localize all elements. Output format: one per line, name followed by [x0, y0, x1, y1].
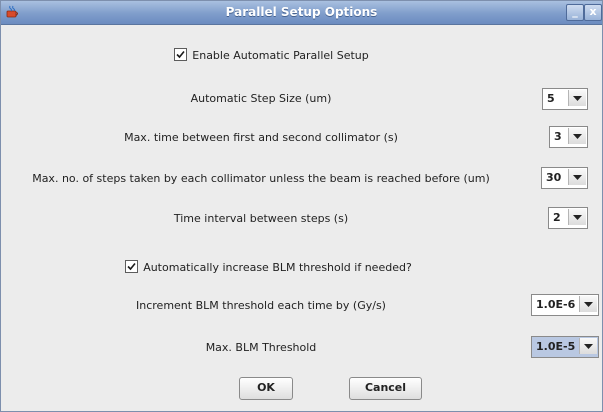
- max-steps-combo[interactable]: 30: [541, 167, 588, 189]
- step-size-label: Automatic Step Size (um): [190, 92, 332, 105]
- auto-increase-blm-label: Automatically increase BLM threshold if …: [143, 261, 412, 274]
- increment-blm-row: Increment BLM threshold each time by (Gy…: [1, 294, 602, 316]
- max-steps-label: Max. no. of steps taken by each collimat…: [32, 172, 490, 185]
- auto-increase-blm-checkbox[interactable]: [125, 260, 139, 273]
- enable-auto-row: Enable Automatic Parallel Setup: [1, 45, 602, 67]
- enable-auto-checkbox[interactable]: [174, 48, 188, 61]
- increment-blm-combo[interactable]: 1.0E-6: [531, 294, 599, 316]
- time-interval-row: Time interval between steps (s) 2: [1, 207, 602, 229]
- ok-button[interactable]: OK: [239, 377, 293, 400]
- max-blm-row: Max. BLM Threshold 1.0E-5: [1, 336, 602, 358]
- step-size-combo[interactable]: 5: [542, 88, 588, 110]
- auto-increase-blm-row: Automatically increase BLM threshold if …: [1, 257, 602, 279]
- max-blm-combo[interactable]: 1.0E-5: [531, 336, 599, 358]
- window-title: Parallel Setup Options: [225, 5, 378, 19]
- time-interval-combo[interactable]: 2: [548, 207, 588, 229]
- chevron-down-icon[interactable]: [579, 338, 597, 354]
- chevron-down-icon[interactable]: [579, 296, 597, 312]
- time-interval-value: 2: [553, 211, 561, 224]
- increment-blm-label: Increment BLM threshold each time by (Gy…: [136, 299, 386, 312]
- enable-auto-checkbox-group[interactable]: Enable Automatic Parallel Setup: [0, 48, 572, 62]
- chevron-down-icon[interactable]: [568, 209, 586, 225]
- close-button[interactable]: x: [584, 4, 602, 21]
- chevron-down-icon[interactable]: [568, 128, 586, 144]
- chevron-down-icon[interactable]: [568, 169, 586, 185]
- max-blm-value: 1.0E-5: [536, 340, 576, 353]
- chevron-down-icon[interactable]: [568, 90, 586, 106]
- max-steps-value: 30: [546, 171, 562, 184]
- checkmark-icon: [127, 262, 136, 271]
- dialog-window: Parallel Setup Options _ x Enable Automa…: [0, 0, 603, 412]
- max-time-combo[interactable]: 3: [549, 126, 588, 148]
- step-size-value: 5: [547, 92, 555, 105]
- max-steps-row: Max. no. of steps taken by each collimat…: [1, 167, 602, 189]
- max-time-row: Max. time between first and second colli…: [1, 126, 602, 148]
- increment-blm-value: 1.0E-6: [536, 298, 576, 311]
- minimize-button[interactable]: _: [566, 4, 584, 21]
- max-blm-label: Max. BLM Threshold: [205, 341, 317, 354]
- max-time-value: 3: [554, 130, 562, 143]
- time-interval-label: Time interval between steps (s): [173, 212, 349, 225]
- step-size-row: Automatic Step Size (um) 5: [1, 88, 602, 110]
- checkmark-icon: [176, 50, 185, 59]
- auto-increase-blm-checkbox-group[interactable]: Automatically increase BLM threshold if …: [0, 260, 569, 274]
- cancel-button[interactable]: Cancel: [349, 377, 422, 400]
- max-time-label: Max. time between first and second colli…: [124, 131, 398, 144]
- enable-auto-label: Enable Automatic Parallel Setup: [192, 49, 369, 62]
- title-bar[interactable]: Parallel Setup Options _ x: [1, 1, 602, 25]
